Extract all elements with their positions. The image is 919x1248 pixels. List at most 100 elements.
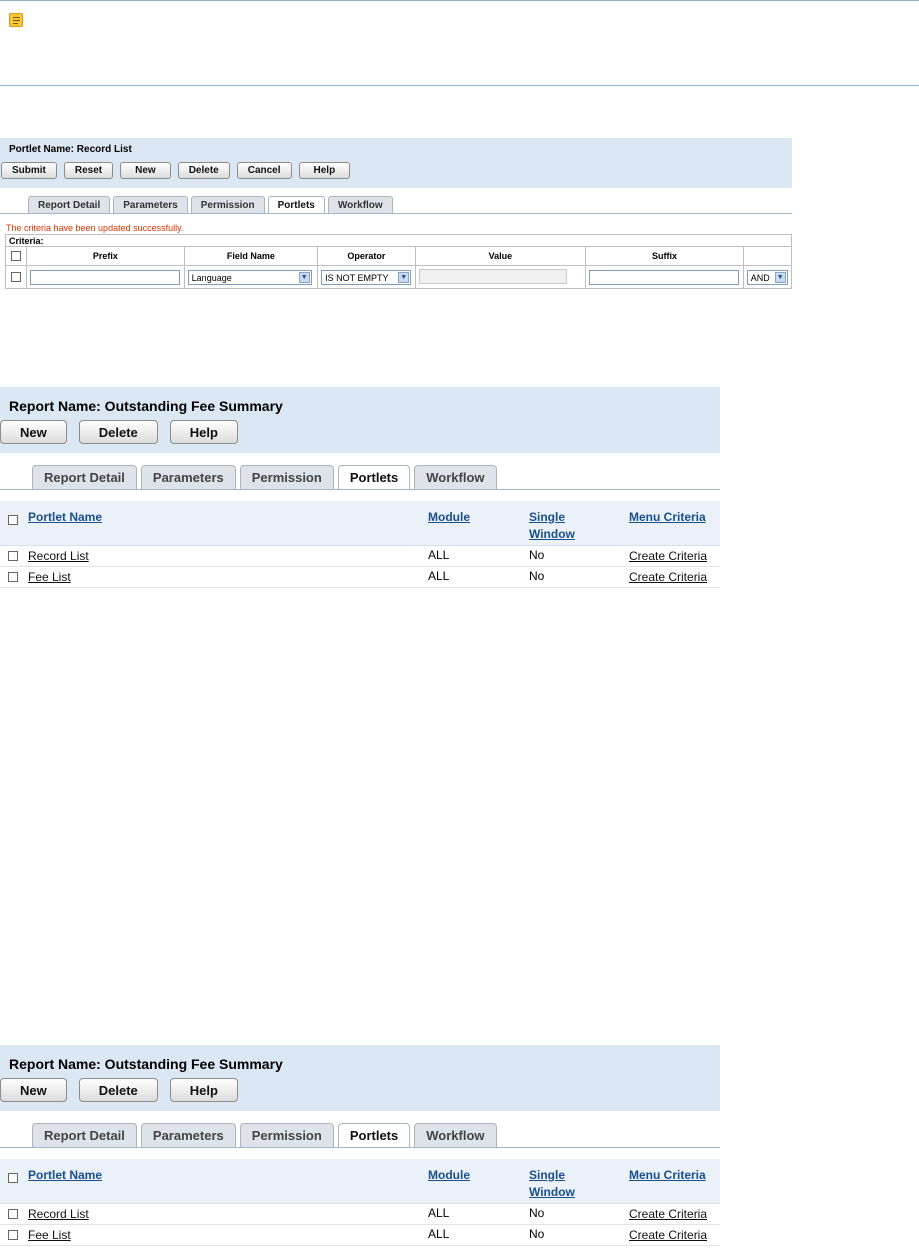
create-criteria-link[interactable]: Create Criteria	[629, 549, 707, 563]
single-window-value: No	[529, 1206, 545, 1220]
module-value: ALL	[428, 1227, 450, 1241]
table-row: Record List ALL No Create Criteria	[0, 1204, 720, 1225]
select-all-checkbox[interactable]	[8, 1173, 18, 1183]
single-label: Single	[529, 510, 566, 524]
tab-divider	[0, 489, 720, 490]
operator-cell: IS NOT EMPTY ▼	[317, 265, 416, 289]
row-checkbox[interactable]	[8, 572, 18, 582]
column-header: Prefix	[26, 246, 185, 266]
new-button[interactable]: New	[0, 420, 67, 444]
module-value: ALL	[428, 569, 450, 583]
column-header-portlet-name[interactable]: Portlet Name	[28, 1167, 102, 1184]
column-header-menu-criteria[interactable]: Menu Criteria	[629, 1167, 706, 1184]
portlet-name-link[interactable]: Fee List	[28, 570, 71, 584]
note-banner	[0, 0, 919, 86]
tab-workflow[interactable]: Workflow	[414, 465, 497, 490]
delete-button[interactable]: Delete	[78, 1078, 158, 1102]
row-checkbox-cell	[4, 265, 28, 289]
suffix-cell	[585, 265, 744, 289]
tab-portlets[interactable]: Portlets	[267, 196, 325, 214]
tab-report-detail[interactable]: Report Detail	[28, 196, 111, 214]
operator-value: IS NOT EMPTY	[325, 272, 389, 283]
row-checkbox[interactable]	[11, 272, 22, 283]
module-value: ALL	[428, 1206, 450, 1220]
page-title: Report Name: Outstanding Fee Summary	[9, 398, 283, 414]
tab-parameters[interactable]: Parameters	[140, 1123, 236, 1148]
page-title: Report Name: Outstanding Fee Summary	[9, 1056, 283, 1072]
conjunction-select[interactable]: AND ▼	[746, 269, 788, 285]
toolbar: Submit Reset New Delete Cancel Help	[1, 162, 351, 179]
help-button[interactable]: Help	[169, 420, 238, 444]
tab-parameters[interactable]: Parameters	[113, 196, 188, 214]
operator-select[interactable]: IS NOT EMPTY ▼	[321, 269, 412, 285]
tab-bar: Report Detail Parameters Permission Port…	[28, 196, 393, 214]
submit-button[interactable]: Submit	[1, 162, 57, 179]
column-header-portlet-name[interactable]: Portlet Name	[28, 509, 102, 526]
row-checkbox[interactable]	[8, 551, 18, 561]
suffix-input[interactable]	[589, 269, 740, 285]
portlet-criteria-panel: Portlet Name: Record List Submit Reset N…	[0, 138, 793, 289]
portlet-name-link[interactable]: Record List	[28, 1207, 89, 1221]
reset-button[interactable]: Reset	[63, 162, 114, 179]
column-header: Value	[414, 246, 587, 266]
field-name-value: Language	[191, 272, 232, 283]
row-checkbox[interactable]	[8, 1209, 18, 1219]
value-input	[418, 268, 567, 284]
single-window-value: No	[529, 548, 545, 562]
single-window-value: No	[529, 569, 545, 583]
value-cell	[414, 265, 587, 289]
tab-workflow[interactable]: Workflow	[327, 196, 393, 214]
table-row: Record List ALL No Create Criteria	[0, 546, 720, 567]
conjunction-cell: AND ▼	[742, 265, 793, 289]
create-criteria-link[interactable]: Create Criteria	[629, 570, 707, 584]
column-header-menu-criteria[interactable]: Menu Criteria	[629, 509, 706, 526]
single-window-value: No	[529, 1227, 545, 1241]
column-header-module[interactable]: Module	[428, 1167, 470, 1184]
select-all-checkbox[interactable]	[11, 251, 22, 262]
column-header-single-window[interactable]: Single Window	[529, 509, 575, 543]
new-button[interactable]: New	[0, 1078, 67, 1102]
grid-header: Portlet Name Module Single Window Menu C…	[0, 501, 720, 546]
select-all-checkbox[interactable]	[8, 515, 18, 525]
help-button[interactable]: Help	[298, 162, 351, 179]
delete-button[interactable]: Delete	[78, 420, 158, 444]
tab-workflow[interactable]: Workflow	[414, 1123, 497, 1148]
portlet-name-link[interactable]: Fee List	[28, 1228, 71, 1242]
success-message: The criteria have been updated successfu…	[6, 223, 184, 233]
report-portlets-panel: Report Name: Outstanding Fee Summary New…	[0, 1045, 720, 1246]
tab-parameters[interactable]: Parameters	[140, 465, 236, 490]
panel-header: Portlet Name: Record List Submit Reset N…	[0, 138, 792, 188]
conjunction-value: AND	[750, 272, 770, 283]
cancel-button[interactable]: Cancel	[236, 162, 292, 179]
tab-report-detail[interactable]: Report Detail	[32, 1123, 137, 1148]
toolbar: New Delete Help	[0, 420, 238, 444]
grid-header: Portlet Name Module Single Window Menu C…	[0, 1159, 720, 1204]
field-name-select[interactable]: Language ▼	[187, 269, 312, 285]
column-header: Field Name	[183, 246, 319, 266]
create-criteria-link[interactable]: Create Criteria	[629, 1207, 707, 1221]
tab-permission[interactable]: Permission	[190, 196, 265, 214]
prefix-input[interactable]	[30, 269, 181, 285]
delete-button[interactable]: Delete	[177, 162, 230, 179]
create-criteria-link[interactable]: Create Criteria	[629, 1228, 707, 1242]
column-header-module[interactable]: Module	[428, 509, 470, 526]
tab-permission[interactable]: Permission	[239, 1123, 334, 1148]
tab-bar: Report Detail Parameters Permission Port…	[32, 1123, 497, 1148]
tab-portlets[interactable]: Portlets	[337, 1123, 411, 1148]
single-label: Single	[529, 1168, 566, 1182]
field-name-cell: Language ▼	[183, 265, 319, 289]
row-checkbox[interactable]	[8, 1230, 18, 1240]
tab-portlets[interactable]: Portlets	[337, 465, 411, 490]
column-header: Operator	[317, 246, 416, 266]
portlet-grid: Portlet Name Module Single Window Menu C…	[0, 501, 720, 588]
prefix-cell	[26, 265, 185, 289]
portlet-name-link[interactable]: Record List	[28, 549, 89, 563]
chevron-down-icon: ▼	[774, 271, 786, 283]
chevron-down-icon: ▼	[298, 271, 310, 283]
tab-report-detail[interactable]: Report Detail	[32, 465, 137, 490]
tab-permission[interactable]: Permission	[239, 465, 334, 490]
column-header-single-window[interactable]: Single Window	[529, 1167, 575, 1201]
new-button[interactable]: New	[120, 162, 171, 179]
chevron-down-icon: ▼	[398, 271, 410, 283]
help-button[interactable]: Help	[169, 1078, 238, 1102]
